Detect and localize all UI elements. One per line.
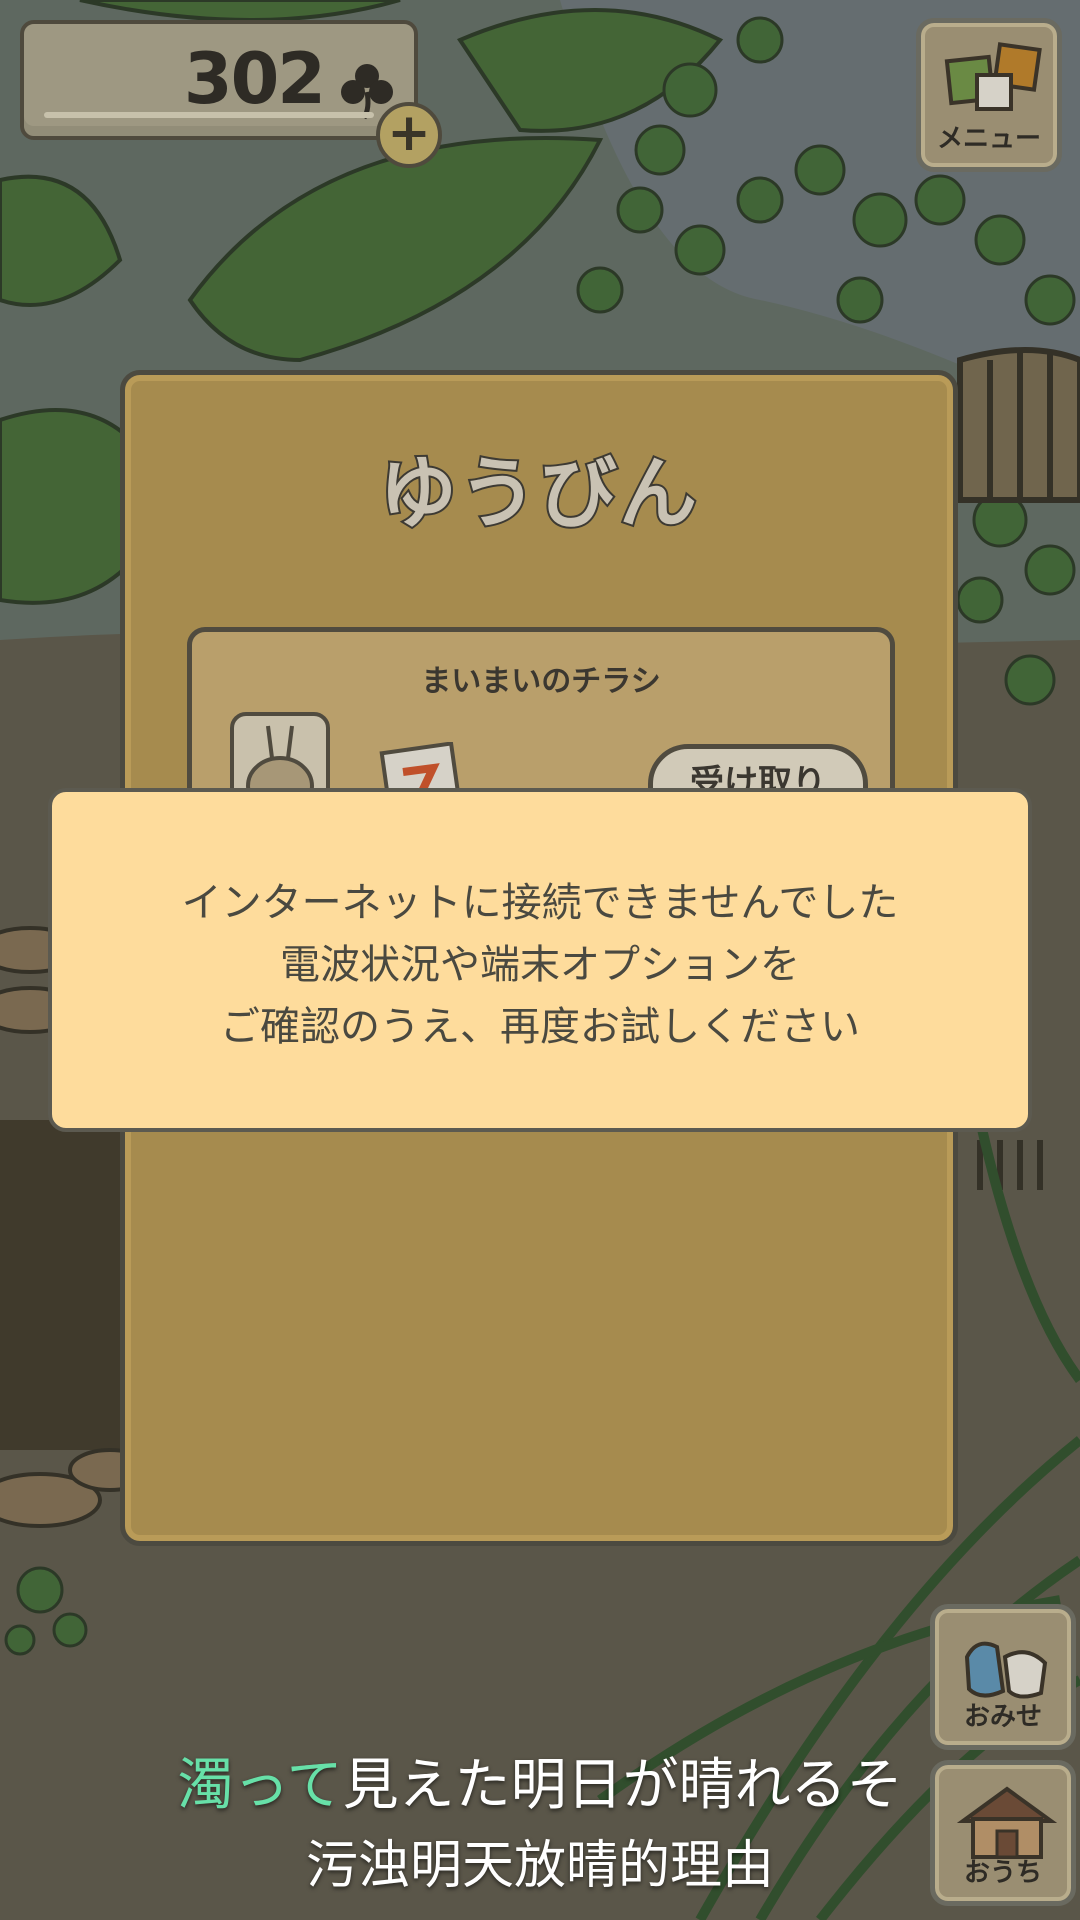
clover-count: 302 bbox=[183, 38, 326, 120]
mail-item-title: まいまいのチラシ bbox=[421, 664, 661, 699]
subtitle-japanese-rest: 見えた明日が晴れるそ bbox=[342, 1753, 903, 1818]
alert-line-2: 電波状況や端末オプションを bbox=[280, 942, 800, 988]
shop-bags-icon bbox=[964, 1641, 1048, 1699]
add-clover-button[interactable]: + bbox=[376, 102, 442, 168]
shop-label: おみせ bbox=[963, 1702, 1042, 1732]
menu-button[interactable]: メニュー bbox=[916, 18, 1062, 172]
alert-line-3: ご確認のうえ、再度お試しください bbox=[220, 1004, 860, 1050]
shop-button[interactable]: おみせ bbox=[930, 1604, 1076, 1750]
connection-error-dialog[interactable]: インターネットに接続できませんでした 電波状況や端末オプションを ご確認のうえ、… bbox=[48, 788, 1032, 1132]
clover-counter: 302 bbox=[20, 20, 418, 140]
mail-title: ゆうびん bbox=[377, 447, 699, 541]
menu-cards-icon bbox=[944, 42, 1042, 111]
alert-line-1: インターネットに接続できませんでした bbox=[181, 880, 899, 926]
alert-message: インターネットに接続できませんでした 電波状況や端末オプションを ご確認のうえ、… bbox=[52, 872, 1028, 1058]
plus-icon: + bbox=[387, 103, 431, 163]
subtitle-chinese: 污浊明天放晴的理由 bbox=[305, 1836, 774, 1896]
counter-underline bbox=[44, 112, 374, 118]
menu-label: メニュー bbox=[936, 124, 1041, 154]
subtitle-highlight: 濁って bbox=[177, 1753, 343, 1818]
subtitle-japanese: 濁って見えた明日が晴れるそ bbox=[0, 1752, 1080, 1820]
subtitles: 濁って見えた明日が晴れるそ 污浊明天放晴的理由 bbox=[0, 1752, 1080, 1902]
